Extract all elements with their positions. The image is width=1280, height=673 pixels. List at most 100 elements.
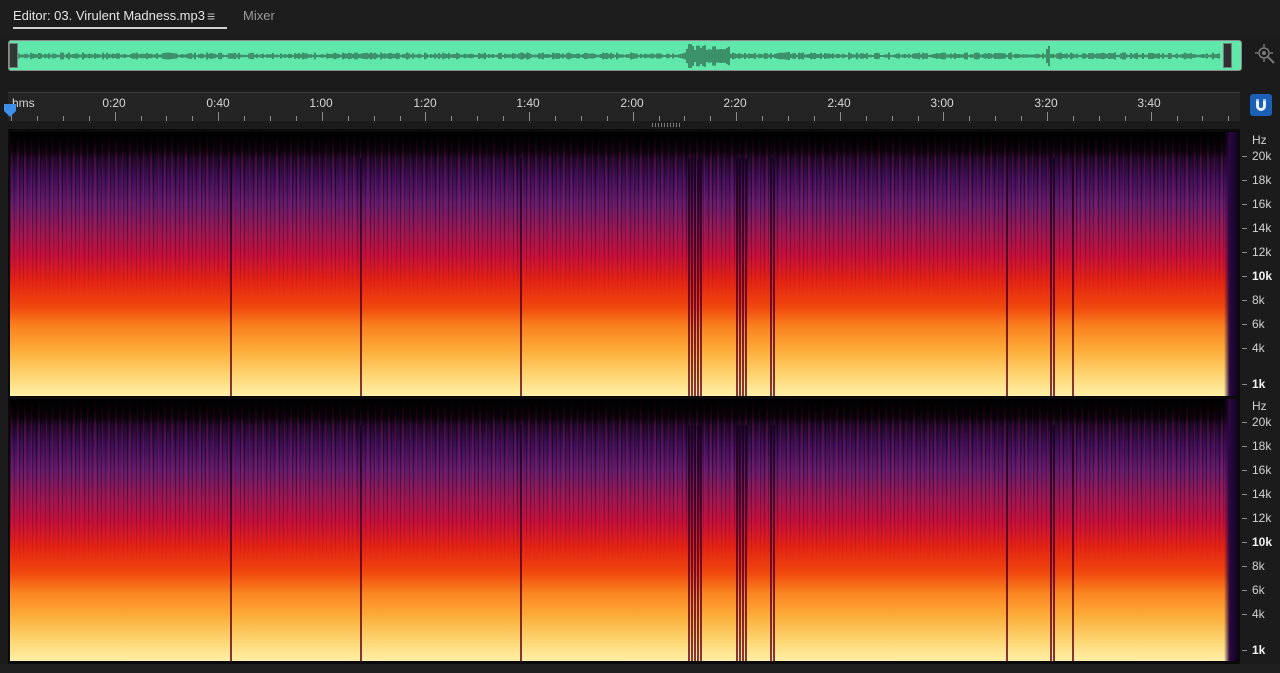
spectrogram-transient-band [773, 425, 775, 661]
ruler-major-tick [321, 112, 323, 121]
ruler-label: 2:40 [827, 96, 851, 110]
spectrogram-transient-band [700, 158, 702, 396]
hz-tick [1242, 518, 1247, 519]
time-ruler[interactable]: hms 0:20 0:40 1:00 1:20 1:40 2:00 2:20 2… [8, 92, 1240, 121]
ruler-minor-tick [1124, 116, 1126, 121]
overview-left-handle[interactable] [9, 43, 18, 68]
spectrogram-transient-band [697, 425, 699, 661]
overview-navigator[interactable] [8, 40, 1242, 71]
ruler-minor-tick [399, 116, 401, 121]
hz-label: 10k [1252, 269, 1273, 283]
snap-button[interactable] [1250, 94, 1272, 116]
ruler-minor-tick [192, 116, 194, 121]
ruler-minor-tick [503, 116, 505, 121]
ruler-minor-tick [580, 116, 582, 121]
panel-resize-grip[interactable] [652, 123, 680, 127]
active-tab-underline [13, 27, 227, 29]
overview-visible-range[interactable] [8, 40, 1242, 71]
spectrogram-transient-band [745, 158, 747, 396]
spectrogram-transient-band [770, 158, 772, 396]
ruler-label: 1:20 [413, 96, 437, 110]
hz-label: 16k [1252, 463, 1272, 477]
playhead-marker[interactable] [4, 104, 16, 118]
spectrogram-transient-band [700, 425, 702, 661]
ruler-label: 0:20 [102, 96, 126, 110]
spectrogram-transient-band [694, 425, 696, 661]
ruler-major-tick [425, 112, 427, 121]
frequency-scale-right-channel[interactable]: Hz 20k 18k 16k 14k 12k 10k 8k 6k 4k 1k [1240, 399, 1280, 661]
overview-waveform [16, 44, 1220, 68]
ruler-major-tick [632, 112, 634, 121]
ruler-minor-tick [762, 116, 764, 121]
spectrogram-transient-band [1006, 425, 1008, 661]
ruler-label: 2:20 [723, 96, 747, 110]
ruler-minor-tick [554, 116, 556, 121]
ruler-major-tick [218, 112, 220, 121]
ruler-minor-tick [710, 116, 712, 121]
ruler-minor-tick [917, 116, 919, 121]
hz-tick [1242, 324, 1247, 325]
spectrogram-channel-right[interactable] [10, 399, 1238, 661]
ruler-minor-tick [295, 116, 297, 121]
snap-magnet-icon [1256, 99, 1266, 111]
hz-label: 14k [1252, 221, 1272, 235]
ruler-minor-tick [969, 116, 971, 121]
tab-editor[interactable]: Editor: 03. Virulent Madness.mp3 [13, 7, 227, 29]
ruler-minor-tick [1176, 116, 1178, 121]
ruler-major-tick [736, 112, 738, 121]
hz-label: 10k [1252, 535, 1273, 549]
ruler-minor-tick [166, 116, 168, 121]
spectrogram-transient-band [745, 425, 747, 661]
hz-tick [1242, 650, 1247, 651]
hz-tick [1242, 348, 1247, 349]
ruler-minor-tick [36, 116, 38, 121]
ruler-minor-tick [1202, 116, 1204, 121]
hz-tick [1242, 156, 1247, 157]
spectrogram-transient-band [742, 425, 744, 661]
ruler-minor-tick [62, 116, 64, 121]
panel-menu-icon[interactable]: ≡ [207, 7, 215, 25]
ruler-minor-tick [270, 116, 271, 121]
ruler-major-tick [943, 112, 945, 121]
hz-label: 8k [1252, 559, 1265, 573]
ruler-label: 1:40 [516, 96, 540, 110]
ruler-label: 3:20 [1034, 96, 1058, 110]
spectrogram-transient-band [739, 158, 741, 396]
ruler-major-tick [114, 112, 116, 121]
frequency-scale-left-channel[interactable]: Hz 20k 18k 16k 14k 12k 10k 8k 6k 4k 1k [1240, 132, 1280, 396]
hz-tick [1242, 384, 1247, 385]
overview-right-handle[interactable] [1223, 43, 1232, 68]
spectrogram-transient-band [739, 425, 741, 661]
zoom-navigator-icon[interactable] [1254, 43, 1276, 65]
spectrogram-transient-band [520, 425, 522, 661]
ruler-minor-tick [684, 116, 686, 121]
hz-label: 6k [1252, 583, 1265, 597]
hz-label: 1k [1252, 643, 1266, 657]
tab-mixer[interactable]: Mixer [243, 7, 275, 25]
ruler-minor-tick [1021, 116, 1023, 121]
spectrogram-transient-band [1006, 158, 1008, 396]
spectrogram-transient-band [773, 158, 775, 396]
spectral-frequency-display[interactable] [8, 129, 1240, 664]
hz-tick [1242, 180, 1247, 181]
hz-tick [1242, 470, 1247, 471]
status-strip [0, 664, 1280, 673]
ruler-minor-tick [347, 116, 349, 121]
spectrogram-transient-band [230, 425, 232, 661]
hz-unit-label: Hz [1252, 133, 1267, 147]
spectrogram-channel-left[interactable] [10, 132, 1238, 396]
spectrogram-transient-band [697, 158, 699, 396]
ruler-label: 0:40 [206, 96, 230, 110]
ruler-minor-tick [140, 116, 142, 121]
hz-label: 12k [1252, 511, 1272, 525]
spectrogram-transient-band [520, 158, 522, 396]
spectrogram-transient-band [1050, 425, 1052, 661]
hz-tick [1242, 494, 1247, 495]
spectrogram-transient-band [1072, 158, 1074, 396]
hz-label: 18k [1252, 439, 1272, 453]
ruler-label: 1:00 [309, 96, 333, 110]
spectrogram-high-freq-fade [10, 132, 1238, 159]
spectrogram-end-fade [1224, 399, 1238, 661]
spectrogram-end-fade [1224, 132, 1238, 396]
ruler-minor-tick [1098, 116, 1100, 121]
